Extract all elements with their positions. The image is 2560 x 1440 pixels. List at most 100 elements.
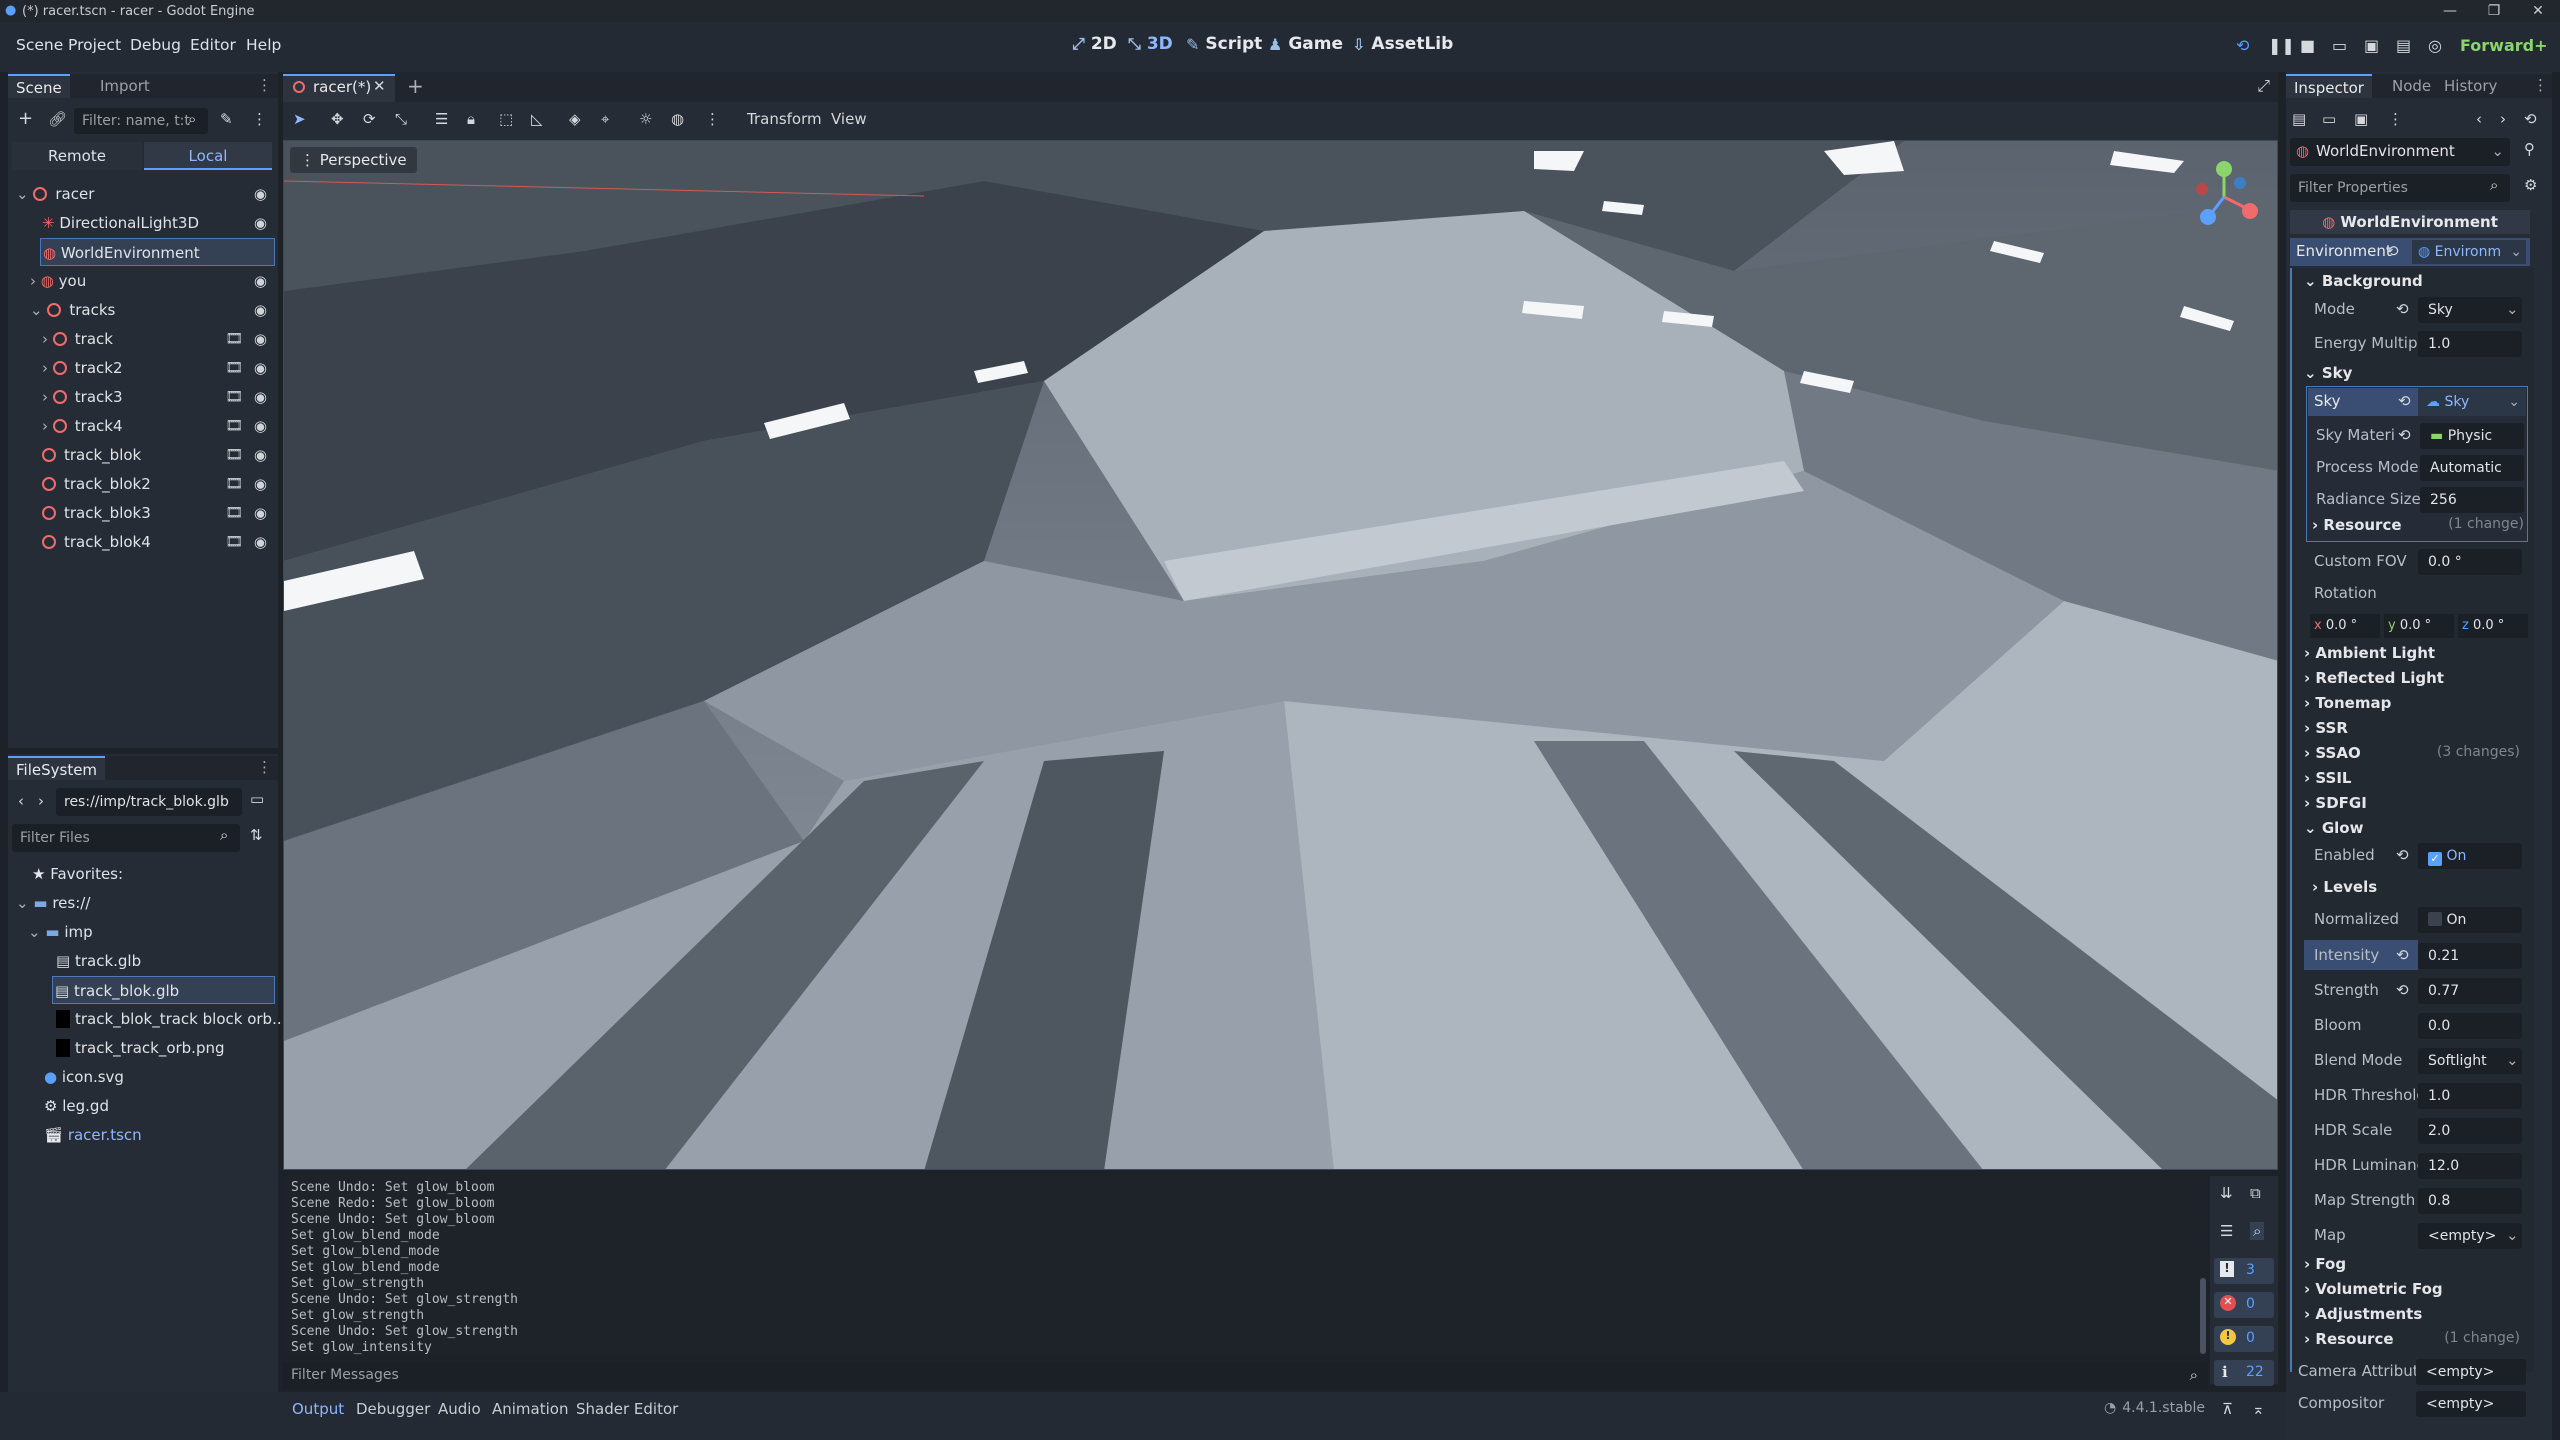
revert-icon[interactable]: ⟲ — [2396, 946, 2409, 964]
split-view-icon[interactable]: ▭ — [250, 790, 264, 808]
file-track-track-orb[interactable]: ■ track_track_orb.png — [10, 1034, 275, 1062]
add-node-icon[interactable]: + — [18, 108, 33, 129]
lock-icon[interactable]: 🔒︎ — [467, 110, 475, 128]
search-toggle-icon[interactable]: ⌕ — [2250, 1222, 2265, 1240]
dock-menu-icon[interactable]: ⋮ — [257, 76, 272, 94]
workspace-3d-button[interactable]: ⤡ 3D — [1128, 34, 1173, 54]
section-fog[interactable]: › Fog — [2300, 1255, 2526, 1273]
rotation-y-field[interactable]: y 0.0 ° — [2384, 614, 2454, 638]
section-sdfgi[interactable]: › SDFGI — [2300, 794, 2526, 812]
warning-filter-button[interactable]: ! 0 — [2214, 1326, 2274, 1352]
prop-map-strength[interactable]: Map Strength 0.8 — [2300, 1185, 2526, 1217]
file-leg-gd[interactable]: ⚙ leg.gd — [10, 1092, 275, 1120]
visibility-icon[interactable]: ◉ — [254, 209, 267, 237]
tree-node-track-blok[interactable]: track_blok 🎞︎ ◉ — [10, 441, 275, 469]
resource-menu-icon[interactable]: ⋮ — [2388, 110, 2403, 128]
workspace-game-button[interactable]: ♟ Game — [1268, 34, 1343, 54]
visibility-icon[interactable]: ◉ — [254, 528, 267, 556]
prop-sky-material[interactable]: Sky Materi ⟲ ▬ Physic — [2306, 420, 2528, 452]
tab-audio[interactable]: Audio — [438, 1400, 481, 1418]
section-ssil[interactable]: › SSIL — [2300, 769, 2526, 787]
tree-node-worldenvironment[interactable]: ◍ WorldEnvironment — [40, 238, 275, 266]
object-history-icon[interactable]: ⟲ — [2524, 110, 2537, 128]
revert-icon[interactable]: ⟲ — [2396, 981, 2409, 999]
group-icon[interactable]: ⬚ — [499, 110, 513, 128]
open-scene-icon[interactable]: 🎞︎ — [225, 441, 243, 469]
tab-scene[interactable]: Scene — [8, 74, 70, 98]
tab-filesystem[interactable]: FileSystem — [8, 756, 106, 780]
environment-property[interactable]: Environment ⟲ ◍ Environm ⌄ — [2290, 238, 2530, 266]
revert-icon[interactable]: ⟲ — [2386, 242, 2399, 260]
rotation-x-field[interactable]: x 0.0 ° — [2310, 614, 2380, 638]
visibility-icon[interactable]: ◉ — [254, 412, 267, 440]
transform-menu[interactable]: Transform — [747, 110, 822, 128]
movie-icon[interactable]: ▣ — [2364, 36, 2379, 55]
message-filter-button[interactable]: ! 3 — [2214, 1258, 2274, 1284]
tab-shader-editor[interactable]: Shader Editor — [576, 1400, 678, 1418]
history-back-icon[interactable]: ‹ — [2476, 110, 2482, 128]
file-icon-svg[interactable]: ● icon.svg — [10, 1063, 275, 1091]
ruler-icon[interactable]: ◺ — [531, 110, 543, 128]
open-scene-icon[interactable]: 🎞︎ — [225, 325, 243, 353]
workspace-assetlib-button[interactable]: ⇩ AssetLib — [1352, 34, 1453, 54]
visibility-icon[interactable]: ◉ — [254, 499, 267, 527]
prop-bloom[interactable]: Bloom 0.0 — [2300, 1010, 2526, 1042]
prop-blend-mode[interactable]: Blend Mode Softlight ⌄ — [2300, 1045, 2526, 1077]
tree-node-track-blok3[interactable]: track_blok3 🎞︎ ◉ — [10, 499, 275, 527]
revert-icon[interactable]: ⟲ — [2396, 846, 2409, 864]
save-resource-icon[interactable]: ▣ — [2354, 110, 2368, 128]
scene-menu-icon[interactable]: ⋮ — [252, 110, 267, 128]
add-tab-icon[interactable]: + — [407, 74, 424, 98]
file-track-glb[interactable]: ▤ track.glb — [10, 947, 275, 975]
workspace-script-button[interactable]: ✎ Script — [1186, 34, 1262, 54]
section-reflected-light[interactable]: › Reflected Light — [2300, 669, 2526, 687]
scale-tool-icon[interactable]: ⤡ — [395, 110, 407, 128]
copy-icon[interactable]: ⧉ — [2250, 1184, 2261, 1202]
tree-node-tracks[interactable]: ⌄ tracks ◉ — [10, 296, 275, 324]
menu-scene[interactable]: Scene — [16, 36, 63, 54]
workspace-2d-button[interactable]: ⤢ 2D — [1072, 34, 1117, 54]
prop-strength[interactable]: Strength ⟲ 0.77 — [2300, 975, 2526, 1007]
tree-node-racer[interactable]: ⌄ racer ◉ — [10, 180, 275, 208]
menu-project[interactable]: Project — [68, 36, 121, 54]
scene-tab-racer[interactable]: racer(*) ✕ — [283, 74, 395, 102]
section-sky[interactable]: ⌄ Sky — [2300, 364, 2526, 382]
favorites-item[interactable]: ★ Favorites: — [10, 860, 275, 888]
tab-animation[interactable]: Animation — [492, 1400, 568, 1418]
open-scene-icon[interactable]: 🎞︎ — [225, 412, 243, 440]
tab-node[interactable]: Node — [2384, 74, 2439, 98]
minimize-button[interactable]: — — [2428, 0, 2472, 22]
visibility-icon[interactable]: ◉ — [254, 296, 267, 324]
section-tonemap[interactable]: › Tonemap — [2300, 694, 2526, 712]
sort-icon[interactable]: ⇅ — [250, 826, 263, 844]
file-racer-tscn[interactable]: 🎬︎ racer.tscn — [10, 1121, 275, 1149]
section-adjustments[interactable]: › Adjustments — [2300, 1305, 2526, 1323]
environment-resource[interactable]: ◍ Environm ⌄ — [2412, 240, 2526, 264]
sun-toggle-icon[interactable]: ☼ — [639, 110, 652, 128]
view-menu[interactable]: View — [831, 110, 867, 128]
maximize-button[interactable]: ❐ — [2472, 0, 2516, 22]
visibility-icon[interactable]: ◉ — [254, 267, 267, 295]
prop-sky[interactable]: Sky ⟲ — [2308, 388, 2418, 416]
filter-properties-input[interactable]: Filter Properties — [2290, 174, 2510, 202]
tab-import[interactable]: Import — [92, 74, 158, 98]
prop-process-mode[interactable]: Process Mode Automatic — [2306, 452, 2528, 484]
move-tool-icon[interactable]: ✥ — [331, 110, 344, 128]
collapse-icon[interactable]: ☰ — [2220, 1222, 2233, 1240]
sky-resource[interactable]: ☁ Sky ⌄ — [2418, 388, 2526, 416]
visibility-icon[interactable]: ◉ — [254, 441, 267, 469]
visibility-icon[interactable]: ◉ — [254, 354, 267, 382]
tree-node-you[interactable]: › ◍ you ◉ — [10, 267, 275, 295]
local-space-icon[interactable]: ◈ — [569, 110, 581, 128]
distraction-free-icon[interactable]: ⤢ — [2257, 76, 2270, 96]
path-field[interactable]: res://imp/track_blok.glb — [56, 788, 242, 816]
menu-debug[interactable]: Debug — [130, 36, 181, 54]
visibility-icon[interactable]: ◉ — [254, 383, 267, 411]
revert-icon[interactable]: ⟲ — [2398, 426, 2411, 444]
prop-mode[interactable]: Mode ⟲ Sky ⌄ — [2300, 294, 2526, 326]
prop-custom-fov[interactable]: Custom FOV 0.0 ° — [2300, 546, 2526, 578]
prop-map[interactable]: Map <empty> ⌄ — [2300, 1220, 2526, 1252]
open-scene-icon[interactable]: 🎞︎ — [225, 354, 243, 382]
section-volumetric-fog[interactable]: › Volumetric Fog — [2300, 1280, 2526, 1298]
local-button[interactable]: Local — [144, 142, 272, 170]
